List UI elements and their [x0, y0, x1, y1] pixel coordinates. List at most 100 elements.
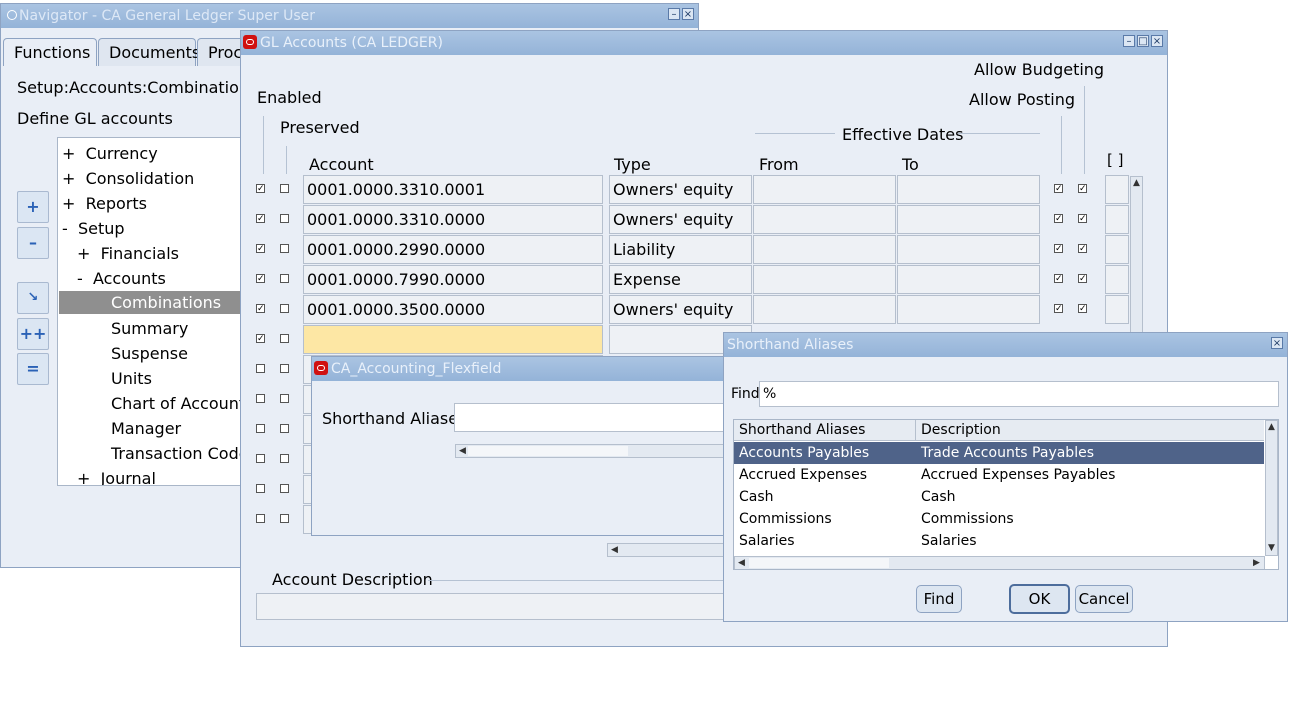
to-date-field[interactable] [897, 235, 1040, 264]
find-button[interactable]: Find [916, 585, 962, 613]
preserved-checkbox[interactable] [280, 484, 289, 493]
tree-item-chart-of-accounts[interactable]: Chart of Accounts [111, 394, 243, 413]
folder-field[interactable] [1105, 265, 1129, 294]
type-field[interactable]: Liability [609, 235, 752, 264]
list-item[interactable]: Salaries Salaries [734, 530, 1264, 552]
folder-field[interactable] [1105, 295, 1129, 324]
from-date-field[interactable] [753, 175, 896, 204]
enabled-checkbox[interactable] [256, 274, 265, 283]
allow-budgeting-checkbox[interactable] [1078, 274, 1087, 283]
preserved-checkbox[interactable] [280, 274, 289, 283]
collapse-icon[interactable]: – [17, 227, 49, 259]
folder-field[interactable] [1105, 205, 1129, 234]
preserved-checkbox[interactable] [280, 514, 289, 523]
aliases-vertical-scrollbar[interactable]: ▲ ▼ [1265, 420, 1278, 556]
list-item[interactable]: Cash Cash [734, 486, 1264, 508]
gl-accounts-titlebar[interactable]: GL Accounts (CA LEDGER) [241, 31, 1167, 55]
allow-posting-checkbox[interactable] [1054, 184, 1063, 193]
minimize-icon[interactable]: – [1123, 35, 1135, 47]
tree-item-transaction-code[interactable]: Transaction Code [111, 444, 243, 463]
enabled-checkbox[interactable] [256, 304, 265, 313]
aliases-list[interactable]: Shorthand Aliases Description Accounts P… [733, 419, 1279, 570]
preserved-checkbox[interactable] [280, 184, 289, 193]
preserved-checkbox[interactable] [280, 424, 289, 433]
allow-budgeting-checkbox[interactable] [1078, 244, 1087, 253]
enabled-checkbox[interactable] [256, 184, 265, 193]
preserved-checkbox[interactable] [280, 394, 289, 403]
tree-item-consolidation[interactable]: + Consolidation [62, 169, 194, 188]
tree-item-reports[interactable]: + Reports [62, 194, 147, 213]
account-field-active[interactable] [303, 325, 603, 354]
to-date-field[interactable] [897, 205, 1040, 234]
tree-item-journal[interactable]: + Journal [77, 469, 156, 485]
expand-icon[interactable]: + [17, 191, 49, 223]
minimize-icon[interactable]: – [668, 8, 680, 20]
from-date-field[interactable] [753, 295, 896, 324]
tree-item-currency[interactable]: + Currency [62, 144, 158, 163]
expand-all-icon[interactable]: ++ [17, 318, 49, 350]
type-field[interactable]: Owners' equity [609, 295, 752, 324]
tree-item-units[interactable]: Units [111, 369, 152, 388]
flexfield-horizontal-scrollbar[interactable]: ◀ [455, 444, 725, 458]
account-field[interactable]: 0001.0000.3310.0001 [303, 175, 603, 204]
preserved-checkbox[interactable] [280, 214, 289, 223]
collapse-all-icon[interactable]: = [17, 353, 49, 385]
allow-budgeting-checkbox[interactable] [1078, 214, 1087, 223]
shorthand-aliases-field[interactable] [454, 403, 726, 432]
preserved-checkbox[interactable] [280, 334, 289, 343]
enabled-checkbox[interactable] [256, 454, 265, 463]
list-item[interactable]: Accounts Payables Trade Accounts Payables [734, 442, 1264, 464]
list-item[interactable]: Accrued Expenses Accrued Expenses Payable… [734, 464, 1264, 486]
folder-field[interactable] [1105, 235, 1129, 264]
scroll-up-icon[interactable]: ▲ [1268, 422, 1275, 432]
allow-posting-checkbox[interactable] [1054, 304, 1063, 313]
scroll-thumb[interactable] [468, 446, 628, 456]
ok-button[interactable]: OK [1009, 584, 1070, 614]
enabled-checkbox[interactable] [256, 364, 265, 373]
cancel-button[interactable]: Cancel [1075, 585, 1133, 613]
close-icon[interactable]: × [682, 8, 694, 20]
gl-horizontal-scrollbar[interactable]: ◀ [607, 543, 725, 557]
expand-branch-icon[interactable]: ↘ [17, 282, 49, 314]
tree-item-financials[interactable]: + Financials [77, 244, 179, 263]
type-field[interactable]: Owners' equity [609, 175, 752, 204]
tab-functions[interactable]: Functions [3, 38, 97, 66]
to-date-field[interactable] [897, 295, 1040, 324]
tree-item-suspense[interactable]: Suspense [111, 344, 188, 363]
allow-posting-checkbox[interactable] [1054, 244, 1063, 253]
enabled-checkbox[interactable] [256, 424, 265, 433]
allow-posting-checkbox[interactable] [1054, 214, 1063, 223]
type-field[interactable]: Owners' equity [609, 205, 752, 234]
enabled-checkbox[interactable] [256, 244, 265, 253]
navigator-titlebar[interactable]: Navigator - CA General Ledger Super User [1, 4, 698, 28]
enabled-checkbox[interactable] [256, 214, 265, 223]
allow-budgeting-checkbox[interactable] [1078, 184, 1087, 193]
find-input[interactable]: % [759, 381, 1279, 407]
scroll-thumb[interactable] [749, 558, 889, 568]
allow-budgeting-checkbox[interactable] [1078, 304, 1087, 313]
preserved-checkbox[interactable] [280, 304, 289, 313]
scroll-up-icon[interactable]: ▲ [1133, 178, 1140, 188]
preserved-checkbox[interactable] [280, 244, 289, 253]
close-icon[interactable]: × [1151, 35, 1163, 47]
column-header-shorthand-aliases[interactable]: Shorthand Aliases [734, 420, 916, 441]
enabled-checkbox[interactable] [256, 484, 265, 493]
type-field[interactable]: Expense [609, 265, 752, 294]
folder-field[interactable] [1105, 175, 1129, 204]
from-date-field[interactable] [753, 235, 896, 264]
enabled-checkbox[interactable] [256, 514, 265, 523]
preserved-checkbox[interactable] [280, 454, 289, 463]
account-field[interactable]: 0001.0000.3500.0000 [303, 295, 603, 324]
tree-item-manager[interactable]: Manager [111, 419, 181, 438]
to-date-field[interactable] [897, 175, 1040, 204]
account-field[interactable]: 0001.0000.2990.0000 [303, 235, 603, 264]
flexfield-titlebar[interactable]: CA_Accounting_Flexfield [312, 357, 725, 381]
scroll-left-icon[interactable]: ◀ [611, 545, 618, 555]
preserved-checkbox[interactable] [280, 364, 289, 373]
enabled-checkbox[interactable] [256, 334, 265, 343]
maximize-icon[interactable]: □ [1137, 35, 1149, 47]
account-field[interactable]: 0001.0000.3310.0000 [303, 205, 603, 234]
scroll-down-icon[interactable]: ▼ [1268, 543, 1275, 553]
tree-item-setup[interactable]: - Setup [62, 219, 125, 238]
tree-item-combinations[interactable]: Combinations [59, 291, 242, 314]
